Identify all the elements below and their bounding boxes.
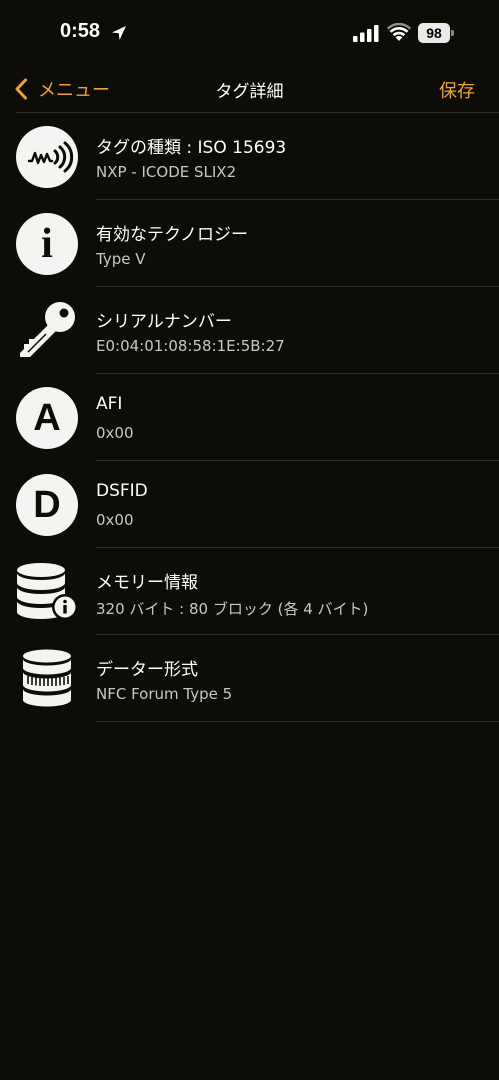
row-subtitle: 0x00	[96, 424, 134, 442]
row-subtitle: 320 バイト : 80 ブロック (各 4 バイト)	[96, 600, 369, 618]
row-title: タグの種類 : ISO 15693	[96, 138, 287, 158]
battery-level: 98	[418, 23, 450, 43]
row-title: データー形式	[96, 660, 198, 680]
screen: 0:58 98 メニュー タグ詳細 保存 タグの種類: ISO 15693 N…	[0, 0, 499, 1080]
row-subtitle: NFC Forum Type 5	[96, 685, 233, 703]
row-title: シリアルナンバー	[96, 312, 232, 332]
database-info-icon	[16, 561, 78, 623]
battery-tip	[451, 30, 454, 36]
row-title: AFI	[96, 394, 123, 414]
key-icon	[16, 300, 78, 362]
letter-a-glyph: A	[33, 397, 61, 439]
location-arrow-icon	[112, 26, 126, 40]
status-bar: 0:58 98	[0, 0, 499, 64]
row-title: DSFID	[96, 481, 148, 501]
wifi-icon	[387, 23, 411, 41]
database-format-icon	[16, 648, 78, 710]
info-icon-glyph: i	[41, 221, 53, 267]
list-item-data-format[interactable]: データー形式 NFC Forum Type 5	[0, 635, 499, 722]
list-item-technology[interactable]: i 有効なテクノロジー Type V	[0, 200, 499, 287]
row-subtitle: NXP - ICODE SLIX2	[96, 163, 237, 181]
list-item-serial-number[interactable]: シリアルナンバー E0:04:01:08:58:1E:5B:27	[0, 287, 499, 374]
list-item-afi[interactable]: A AFI 0x00	[0, 374, 499, 461]
navigation-bar: メニュー タグ詳細 保存	[0, 64, 499, 112]
battery-indicator: 98	[418, 23, 454, 43]
nfc-wave-icon	[16, 126, 78, 188]
letter-a-icon: A	[16, 387, 78, 449]
list-item-tag-type[interactable]: タグの種類 : ISO 15693 NXP - ICODE SLIX2	[0, 113, 499, 200]
row-subtitle: E0:04:01:08:58:1E:5B:27	[96, 337, 285, 355]
row-subtitle: Type V	[96, 250, 146, 268]
status-time: 0:58	[60, 20, 101, 42]
row-title: 有効なテクノロジー	[96, 225, 248, 245]
list-item-memory-info[interactable]: メモリー情報 320 バイト : 80 ブロック (各 4 バイト)	[0, 548, 499, 635]
row-title: メモリー情報	[96, 573, 198, 593]
letter-d-icon: D	[16, 474, 78, 536]
info-icon: i	[16, 213, 78, 275]
tag-detail-list: タグの種類 : ISO 15693 NXP - ICODE SLIX2 i 有効…	[0, 113, 499, 722]
page-title: タグ詳細	[215, 82, 284, 102]
cellular-signal-icon	[353, 25, 379, 42]
save-button[interactable]: 保存	[439, 77, 475, 103]
letter-d-glyph: D	[33, 484, 61, 526]
list-item-dsfid[interactable]: D DSFID 0x00	[0, 461, 499, 548]
row-divider	[96, 721, 499, 722]
row-subtitle: 0x00	[96, 511, 134, 529]
